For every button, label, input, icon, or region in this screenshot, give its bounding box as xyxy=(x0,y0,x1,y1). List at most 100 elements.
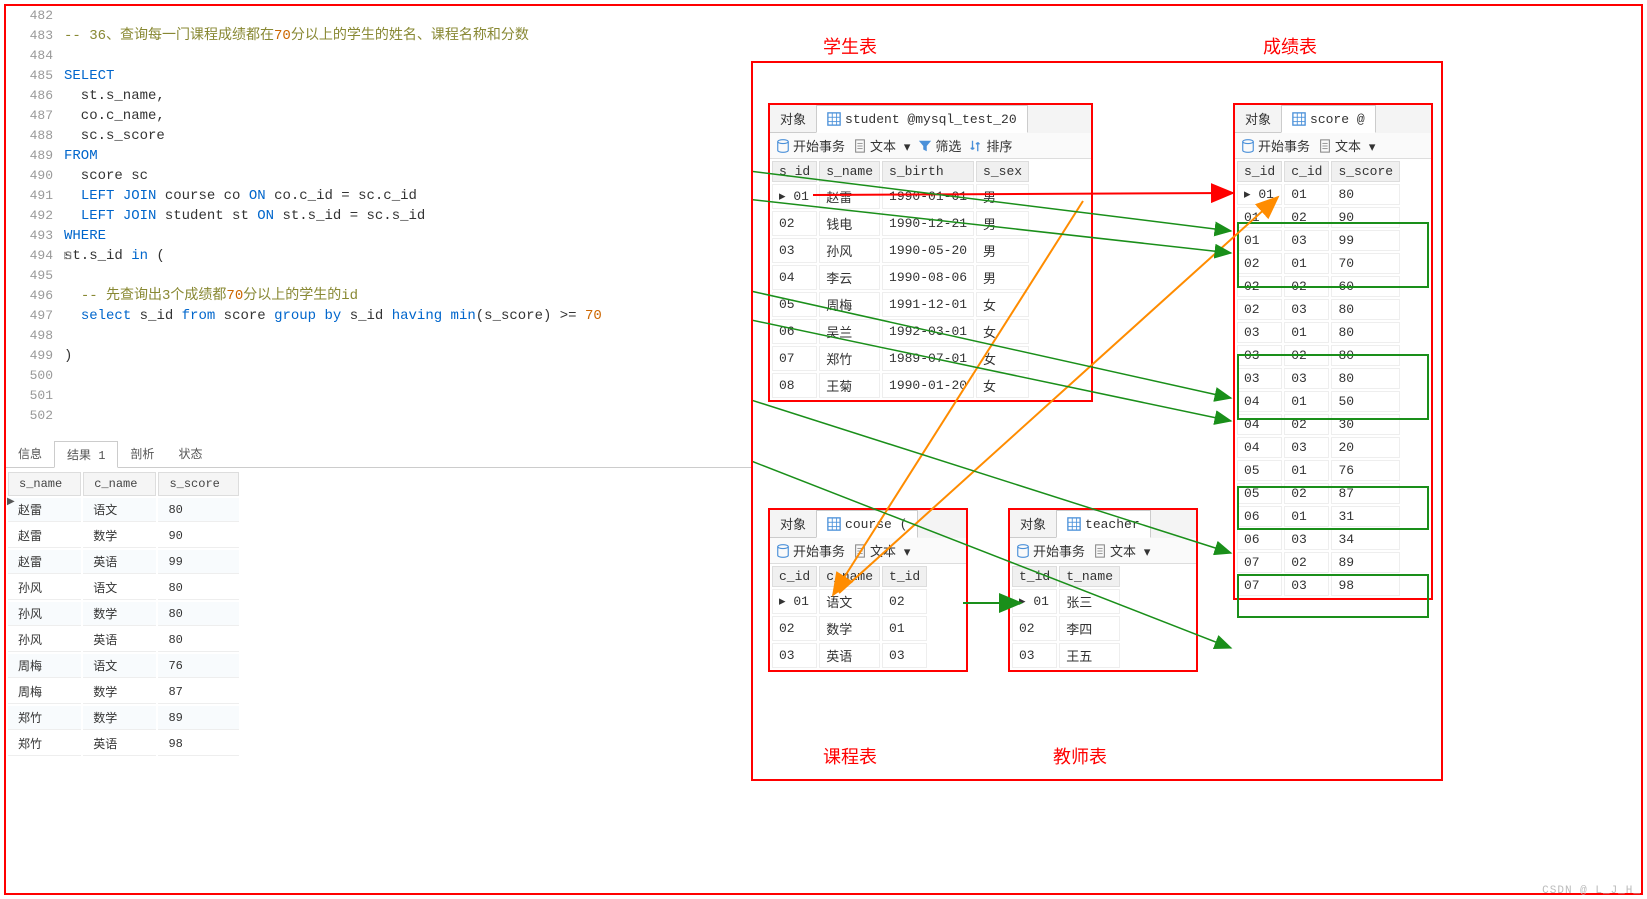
grid-col-header[interactable]: c_id xyxy=(772,566,817,587)
grid-col-header[interactable]: c_name xyxy=(819,566,880,587)
begin-transaction-button[interactable]: 开始事务 xyxy=(1016,541,1085,560)
grid-row[interactable]: 02钱电1990-12-21男 xyxy=(772,211,1029,236)
grid-row[interactable]: 070289 xyxy=(1237,552,1400,573)
grid-row[interactable]: 040150 xyxy=(1237,391,1400,412)
tab-profile[interactable]: 剖析 xyxy=(118,441,166,467)
text-view-button[interactable]: 文本 ▾ xyxy=(853,136,910,155)
data-grid[interactable]: s_idc_ids_score▸ 01018001029001039902017… xyxy=(1235,159,1402,598)
watermark: CSDN @ L_J_H_ xyxy=(1542,885,1641,897)
grid-row[interactable]: 040320 xyxy=(1237,437,1400,458)
grid-col-header[interactable]: s_birth xyxy=(882,161,974,182)
tab-status[interactable]: 状态 xyxy=(166,441,214,467)
grid-row[interactable]: 020170 xyxy=(1237,253,1400,274)
tab-info[interactable]: 信息 xyxy=(6,441,54,467)
grid-row[interactable]: 030380 xyxy=(1237,368,1400,389)
main-container: 4824834844854864874884894904914924934944… xyxy=(4,4,1643,895)
tab-object[interactable]: 对象 xyxy=(1010,510,1056,538)
grid-row[interactable]: 050176 xyxy=(1237,460,1400,481)
result-col-header[interactable]: s_name xyxy=(8,472,81,496)
grid-col-header[interactable]: s_id xyxy=(772,161,817,182)
grid-row[interactable]: 07郑竹1989-07-01女 xyxy=(772,346,1029,371)
begin-transaction-button[interactable]: 开始事务 xyxy=(1241,136,1310,155)
grid-row[interactable]: 030280 xyxy=(1237,345,1400,366)
grid-col-header[interactable]: s_id xyxy=(1237,161,1282,182)
result-row[interactable]: 郑竹英语98 xyxy=(8,732,239,756)
grid-col-header[interactable]: t_id xyxy=(1012,566,1057,587)
result-row[interactable]: 赵雷数学90 xyxy=(8,524,239,548)
grid-row[interactable]: 070398 xyxy=(1237,575,1400,596)
grid-row[interactable]: ▸ 01赵雷1990-01-01男 xyxy=(772,184,1029,209)
result-row[interactable]: 孙风语文80 xyxy=(8,576,239,600)
tab-result1[interactable]: 结果 1 xyxy=(54,441,118,468)
tab-object[interactable]: 对象 xyxy=(770,105,816,133)
result-row[interactable]: 孙风英语80 xyxy=(8,628,239,652)
panel-course: 对象course ( 开始事务文本 ▾ c_idc_namet_id▸ 01语文02… xyxy=(768,508,968,672)
row-pointer-icon: ▶ xyxy=(7,496,15,508)
data-grid[interactable]: s_ids_names_births_sex▸ 01赵雷1990-01-01男0… xyxy=(770,159,1031,400)
grid-col-header[interactable]: s_name xyxy=(819,161,880,182)
grid-row[interactable]: 08王菊1990-01-20女 xyxy=(772,373,1029,398)
sort-icon[interactable]: 排序 xyxy=(969,136,1012,155)
label-score: 成绩表 xyxy=(1263,33,1317,59)
grid-col-header[interactable]: t_name xyxy=(1059,566,1120,587)
label-student: 学生表 xyxy=(823,33,877,59)
label-teacher: 教师表 xyxy=(1053,743,1107,769)
grid-row[interactable]: 060131 xyxy=(1237,506,1400,527)
grid-row[interactable]: ▸ 01张三 xyxy=(1012,589,1120,614)
grid-row[interactable]: 04李云1990-08-06男 xyxy=(772,265,1029,290)
grid-row[interactable]: 06吴兰1992-03-01女 xyxy=(772,319,1029,344)
grid-row[interactable]: 010290 xyxy=(1237,207,1400,228)
results-panel: 信息 结果 1 剖析 状态 ▶ s_namec_names_score赵雷语文8… xyxy=(6,441,751,758)
grid-col-header[interactable]: t_id xyxy=(882,566,927,587)
result-tabs: 信息 结果 1 剖析 状态 xyxy=(6,441,751,468)
tab-object[interactable]: 对象 xyxy=(1235,105,1281,133)
tab-object[interactable]: 对象 xyxy=(770,510,816,538)
result-row[interactable]: 周梅语文76 xyxy=(8,654,239,678)
code-content[interactable]: -- 36、查询每一门课程成绩都在70分以上的学生的姓名、课程名称和分数 SEL… xyxy=(64,6,602,426)
begin-transaction-button[interactable]: 开始事务 xyxy=(776,136,845,155)
result-table[interactable]: s_namec_names_score赵雷语文80赵雷数学90赵雷英语99孙风语… xyxy=(6,470,241,758)
data-grid[interactable]: t_idt_name▸ 01张三02李四03王五 xyxy=(1010,564,1122,670)
grid-row[interactable]: 03英语03 xyxy=(772,643,927,668)
grid-row[interactable]: ▸ 01语文02 xyxy=(772,589,927,614)
line-gutter: 4824834844854864874884894904914924934944… xyxy=(6,6,61,426)
tab-data[interactable]: teacher xyxy=(1056,510,1151,538)
result-row[interactable]: 赵雷语文80 xyxy=(8,498,239,522)
result-row[interactable]: 郑竹数学89 xyxy=(8,706,239,730)
text-view-button[interactable]: 文本 ▾ xyxy=(1093,541,1150,560)
result-row[interactable]: 孙风数学80 xyxy=(8,602,239,626)
grid-row[interactable]: 02数学01 xyxy=(772,616,927,641)
result-col-header[interactable]: c_name xyxy=(83,472,156,496)
grid-row[interactable]: ▸ 010180 xyxy=(1237,184,1400,205)
grid-row[interactable]: 02李四 xyxy=(1012,616,1120,641)
grid-row[interactable]: 03王五 xyxy=(1012,643,1120,668)
fold-indicator[interactable]: ⊟ xyxy=(63,249,72,263)
grid-col-header[interactable]: s_sex xyxy=(976,161,1029,182)
schema-diagram: 学生表 成绩表 课程表 教师表 对象student @mysql_test_20… xyxy=(751,61,1443,781)
result-row[interactable]: 周梅数学87 xyxy=(8,680,239,704)
data-grid[interactable]: c_idc_namet_id▸ 01语文0202数学0103英语03 xyxy=(770,564,929,670)
begin-transaction-button[interactable]: 开始事务 xyxy=(776,541,845,560)
grid-col-header[interactable]: c_id xyxy=(1284,161,1329,182)
panel-score: 对象score @ 开始事务文本 ▾ s_idc_ids_score▸ 010180… xyxy=(1233,103,1433,600)
grid-row[interactable]: 050287 xyxy=(1237,483,1400,504)
grid-row[interactable]: 040230 xyxy=(1237,414,1400,435)
grid-row[interactable]: 030180 xyxy=(1237,322,1400,343)
panel-student: 对象student @mysql_test_20 开始事务文本 ▾ 筛选排序 s_id… xyxy=(768,103,1093,402)
text-view-button[interactable]: 文本 ▾ xyxy=(1318,136,1375,155)
label-course: 课程表 xyxy=(823,743,877,769)
grid-row[interactable]: 060334 xyxy=(1237,529,1400,550)
grid-row[interactable]: 020380 xyxy=(1237,299,1400,320)
result-col-header[interactable]: s_score xyxy=(158,472,238,496)
text-view-button[interactable]: 文本 ▾ xyxy=(853,541,910,560)
grid-col-header[interactable]: s_score xyxy=(1331,161,1400,182)
tab-data[interactable]: student @mysql_test_20 xyxy=(816,105,1028,133)
grid-row[interactable]: 05周梅1991-12-01女 xyxy=(772,292,1029,317)
grid-row[interactable]: 020260 xyxy=(1237,276,1400,297)
grid-row[interactable]: 010399 xyxy=(1237,230,1400,251)
filter-icon[interactable]: 筛选 xyxy=(918,136,961,155)
grid-row[interactable]: 03孙风1990-05-20男 xyxy=(772,238,1029,263)
tab-data[interactable]: score @ xyxy=(1281,105,1376,133)
result-row[interactable]: 赵雷英语99 xyxy=(8,550,239,574)
tab-data[interactable]: course ( xyxy=(816,510,918,538)
